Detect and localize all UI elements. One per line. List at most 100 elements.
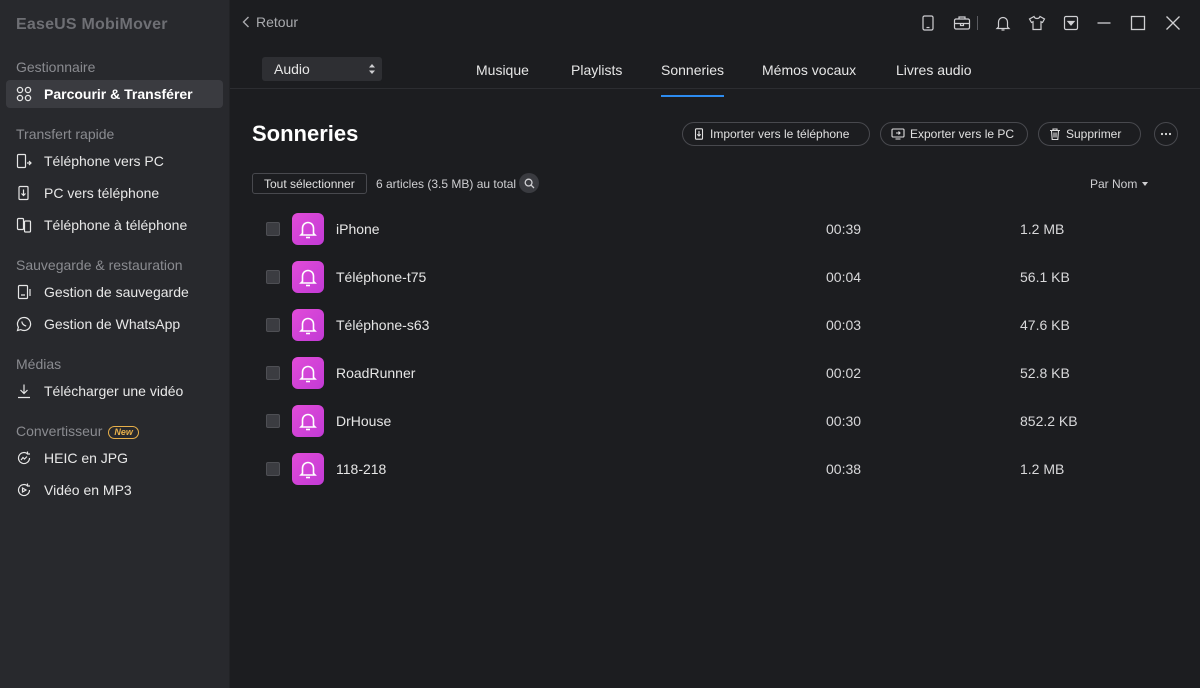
export-icon: [891, 128, 905, 140]
ringtone-size: 1.2 MB: [1020, 221, 1065, 237]
app-title: EaseUS MobiMover: [16, 16, 168, 33]
items-count: 6 articles (3.5 MB) au total: [376, 177, 517, 191]
ringtone-thumbnail: [292, 453, 324, 485]
sidebar-item-video-to-mp3[interactable]: Vidéo en MP3: [6, 476, 223, 504]
tabs-row: Audio Musique Playlists Sonneries Mémos …: [230, 46, 1200, 97]
new-badge: New: [108, 426, 139, 439]
ringtone-name: Téléphone-s63: [336, 317, 430, 333]
ringtone-name: iPhone: [336, 221, 380, 237]
sort-label: Par Nom: [1090, 177, 1138, 191]
maximize-icon[interactable]: [1128, 13, 1148, 33]
ringtone-size: 47.6 KB: [1020, 317, 1070, 333]
ringtone-duration: 00:03: [826, 317, 862, 333]
sidebar-item-label: Télécharger une vidéo: [44, 383, 184, 399]
sidebar-item-label: Parcourir & Transférer: [44, 86, 193, 102]
ringtone-duration: 00:30: [826, 413, 862, 429]
sidebar-item-video-download[interactable]: Télécharger une vidéo: [6, 377, 223, 405]
close-icon[interactable]: [1163, 13, 1183, 33]
search-button[interactable]: [519, 173, 539, 193]
sidebar-item-pc-to-phone[interactable]: PC vers téléphone: [6, 179, 223, 207]
caret-down-icon: [1142, 182, 1149, 186]
table-row[interactable]: Téléphone-s63 00:03 47.6 KB: [252, 301, 1178, 349]
trash-icon: [1050, 128, 1060, 140]
ringtone-thumbnail: [292, 309, 324, 341]
select-arrows-icon: [369, 64, 375, 74]
section-title-converter-text: Convertisseur: [16, 423, 103, 439]
sidebar-item-label: PC vers téléphone: [44, 185, 160, 201]
import-button-label: Importer vers le téléphone: [710, 127, 850, 141]
video-to-mp3-icon: [16, 482, 32, 498]
sidebar: EaseUS MobiMover Gestionnaire Parcourir …: [0, 0, 230, 688]
sidebar-item-label: HEIC en JPG: [44, 450, 129, 466]
back-button[interactable]: Retour: [242, 14, 298, 30]
toolbox-icon[interactable]: [952, 13, 972, 33]
import-to-phone-button[interactable]: Importer vers le téléphone: [682, 122, 870, 146]
tab-playlists[interactable]: Playlists: [571, 62, 622, 78]
category-select-value: Audio: [274, 61, 310, 77]
grid-icon: [16, 86, 32, 102]
export-to-pc-button[interactable]: Exporter vers le PC: [880, 122, 1028, 146]
table-row[interactable]: RoadRunner 00:02 52.8 KB: [252, 349, 1178, 397]
ringtone-thumbnail: [292, 357, 324, 389]
sidebar-item-browse-transfer[interactable]: Parcourir & Transférer: [6, 80, 223, 108]
section-title-backup: Sauvegarde & restauration: [16, 257, 183, 273]
section-title-converter: Convertisseur New: [16, 423, 139, 439]
ringtone-duration: 00:04: [826, 269, 862, 285]
row-checkbox[interactable]: [266, 366, 280, 380]
category-select[interactable]: Audio: [262, 57, 382, 81]
backup-icon: [16, 284, 32, 300]
back-label: Retour: [256, 14, 299, 30]
tab-music[interactable]: Musique: [476, 62, 529, 78]
sidebar-item-phone-to-pc[interactable]: Téléphone vers PC: [6, 147, 223, 175]
sort-dropdown[interactable]: Par Nom: [1090, 177, 1149, 191]
bell-icon: [299, 461, 317, 479]
ringtone-thumbnail: [292, 213, 324, 245]
row-checkbox[interactable]: [266, 414, 280, 428]
heic-convert-icon: [16, 450, 32, 466]
sidebar-item-phone-to-phone[interactable]: Téléphone à téléphone: [6, 211, 223, 239]
sidebar-item-backup-manager[interactable]: Gestion de sauvegarde: [6, 278, 223, 306]
delete-button[interactable]: Supprimer: [1038, 122, 1141, 146]
tab-ringtones[interactable]: Sonneries: [661, 62, 725, 97]
table-row[interactable]: iPhone 00:39 1.2 MB: [252, 205, 1178, 253]
table-row[interactable]: DrHouse 00:30 852.2 KB: [252, 397, 1178, 445]
export-button-label: Exporter vers le PC: [910, 127, 1015, 141]
row-checkbox[interactable]: [266, 222, 280, 236]
row-checkbox[interactable]: [266, 270, 280, 284]
device-icon[interactable]: [918, 13, 938, 33]
ringtone-name: DrHouse: [336, 413, 392, 429]
table-row[interactable]: 118-218 00:38 1.2 MB: [252, 445, 1178, 493]
row-checkbox[interactable]: [266, 318, 280, 332]
section-title-media: Médias: [16, 356, 62, 372]
ringtone-name: RoadRunner: [336, 365, 416, 381]
sidebar-item-heic-to-jpg[interactable]: HEIC en JPG: [6, 444, 223, 472]
download-icon: [16, 383, 32, 399]
ringtone-duration: 00:39: [826, 221, 862, 237]
sidebar-item-label: Téléphone à téléphone: [44, 217, 188, 233]
toolbar-divider: [974, 13, 980, 33]
tab-audiobooks[interactable]: Livres audio: [896, 62, 972, 78]
whatsapp-icon: [16, 316, 32, 332]
page-title: Sonneries: [252, 121, 359, 146]
bell-icon[interactable]: [993, 13, 1013, 33]
bell-icon: [299, 413, 317, 431]
select-all-button[interactable]: Tout sélectionner: [252, 173, 367, 194]
more-options-button[interactable]: [1154, 122, 1178, 146]
table-row[interactable]: Téléphone-t75 00:04 56.1 KB: [252, 253, 1178, 301]
ringtone-size: 852.2 KB: [1020, 413, 1078, 429]
tab-voice-memos[interactable]: Mémos vocaux: [762, 62, 856, 78]
row-checkbox[interactable]: [266, 462, 280, 476]
ringtone-size: 1.2 MB: [1020, 461, 1065, 477]
delete-button-label: Supprimer: [1066, 127, 1122, 141]
tshirt-icon[interactable]: [1027, 13, 1047, 33]
section-title-quick-transfer: Transfert rapide: [16, 126, 115, 142]
ringtone-thumbnail: [292, 261, 324, 293]
menu-dropdown-icon[interactable]: [1061, 13, 1081, 33]
phone-to-pc-icon: [16, 153, 32, 169]
phone-to-phone-icon: [16, 217, 32, 233]
sidebar-item-whatsapp-manager[interactable]: Gestion de WhatsApp: [6, 310, 223, 338]
minimize-icon[interactable]: [1094, 13, 1114, 33]
ringtone-name: 118-218: [336, 461, 387, 477]
sidebar-item-label: Gestion de WhatsApp: [44, 316, 181, 332]
top-bar: Retour: [230, 0, 1200, 46]
